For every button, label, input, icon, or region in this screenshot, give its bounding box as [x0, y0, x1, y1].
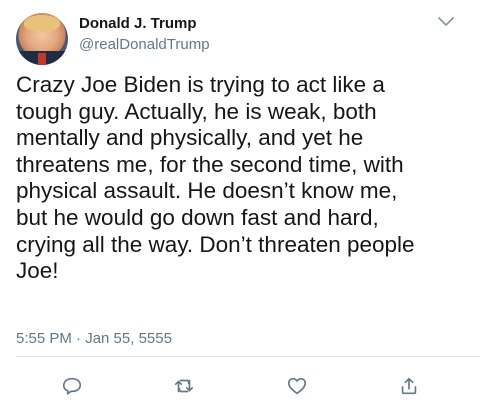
divider: [16, 356, 480, 357]
tweet-actions: [0, 372, 480, 402]
like-icon[interactable]: [283, 372, 311, 400]
avatar[interactable]: [16, 13, 68, 65]
retweet-icon[interactable]: [170, 372, 198, 400]
tweet-card: Donald J. Trump @realDonaldTrump Crazy J…: [0, 0, 480, 410]
author-handle[interactable]: @realDonaldTrump: [79, 36, 210, 53]
chevron-down-icon[interactable]: [436, 14, 456, 28]
avatar-tie: [38, 53, 46, 65]
author-name[interactable]: Donald J. Trump: [79, 15, 197, 32]
avatar-hair: [24, 15, 60, 31]
tweet-text: Crazy Joe Biden is trying to act like a …: [16, 72, 415, 284]
reply-icon[interactable]: [58, 372, 86, 400]
share-icon[interactable]: [395, 372, 423, 400]
tweet-timestamp[interactable]: 5:55 PM · Jan 55, 5555: [16, 330, 172, 347]
